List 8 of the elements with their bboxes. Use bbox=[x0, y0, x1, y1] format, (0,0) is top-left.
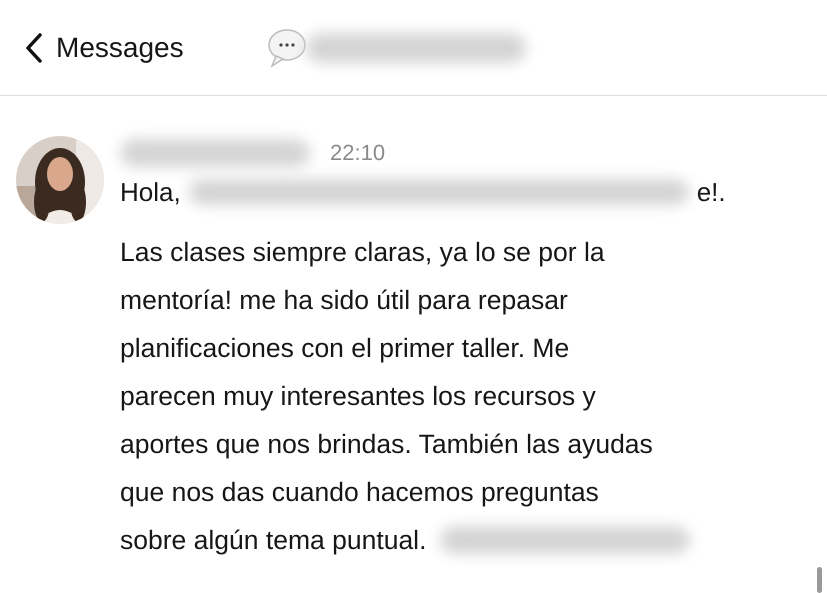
back-button[interactable]: Messages bbox=[24, 32, 184, 64]
speech-bubble-icon bbox=[266, 28, 306, 68]
message-time: 22:10 bbox=[330, 140, 386, 166]
scrollbar[interactable] bbox=[817, 567, 822, 593]
message-paragraph: sobre algún tema puntual. bbox=[120, 524, 426, 556]
back-chevron-icon bbox=[24, 32, 44, 64]
greeting-text: e!. bbox=[696, 176, 726, 208]
greeting-text: Hola, bbox=[120, 176, 181, 208]
